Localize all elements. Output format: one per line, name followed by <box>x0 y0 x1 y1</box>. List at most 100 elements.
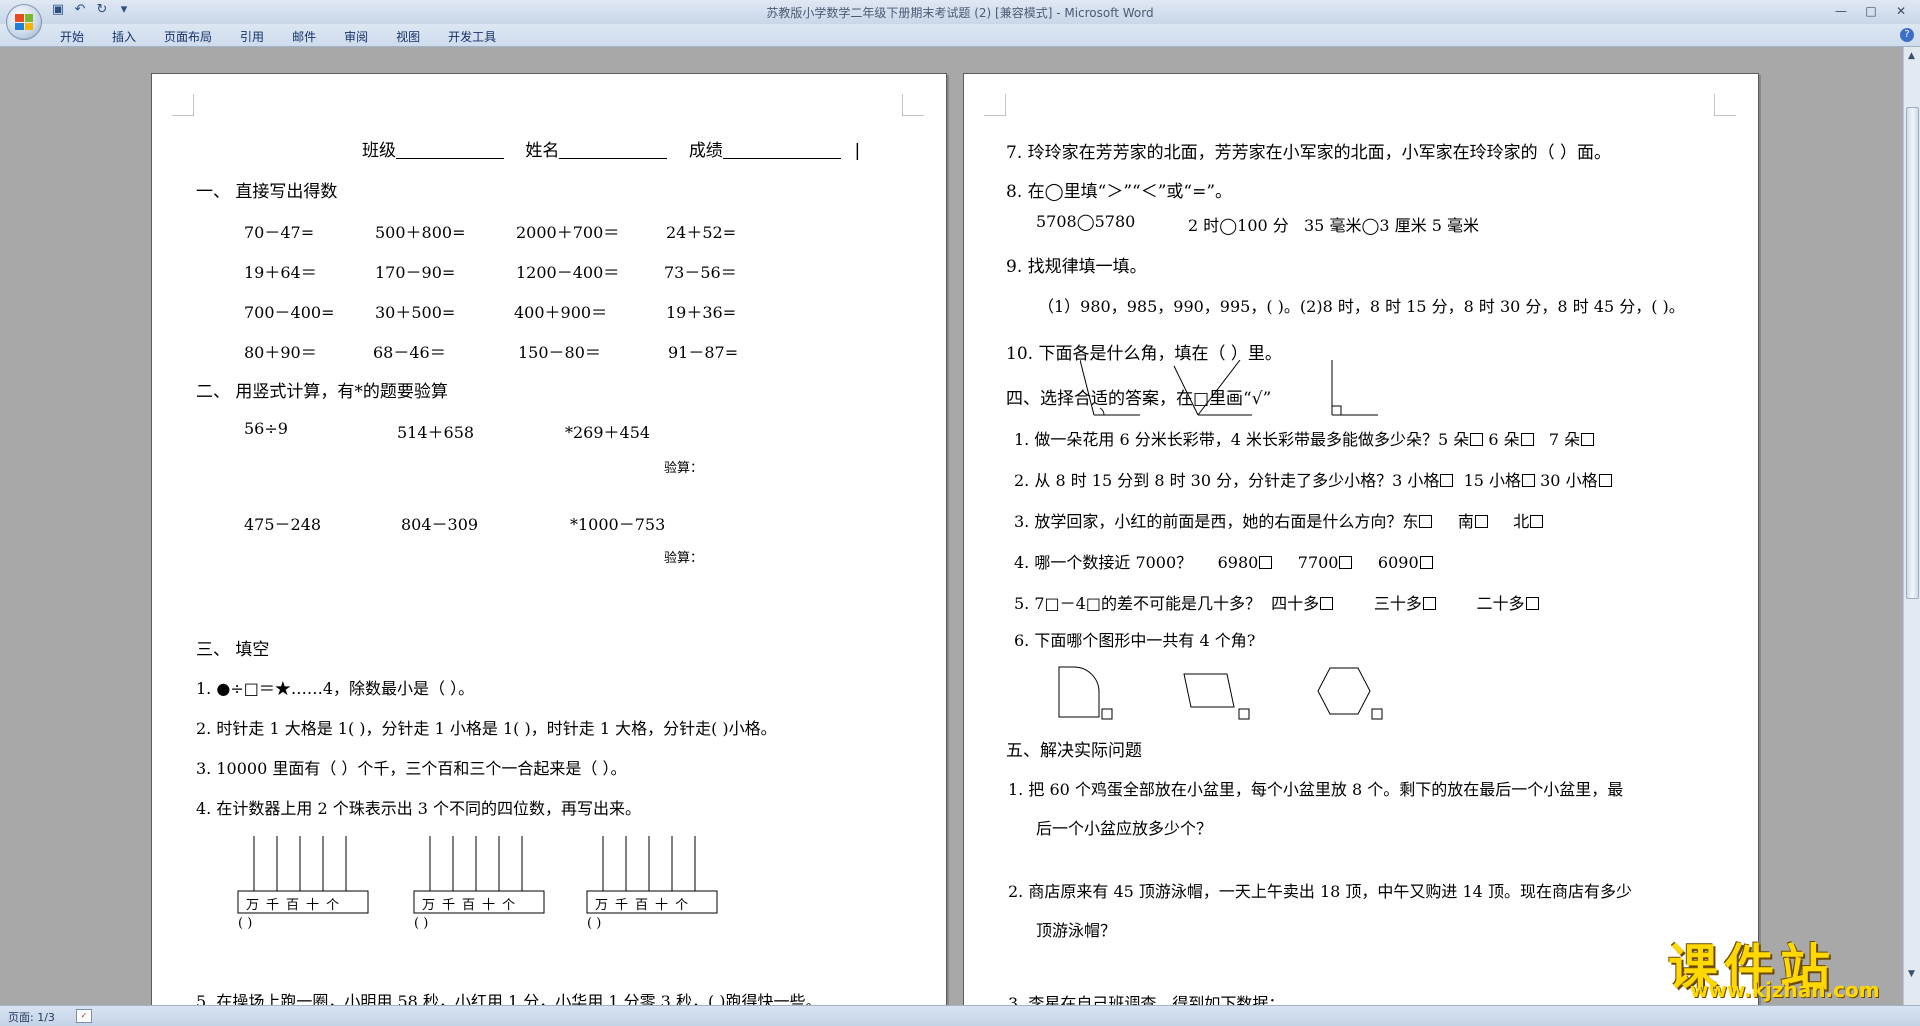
page-indicator[interactable]: 页面: 1/3 <box>8 1009 55 1025</box>
compare-item: 5708◯5780 <box>1036 212 1136 231</box>
question-9: 9. 找规律填一填。 <box>1006 257 1147 277</box>
tab-view[interactable]: 视图 <box>396 28 420 45</box>
problem-2-cont: 顶游泳帽？ <box>1036 921 1117 940</box>
checkbox[interactable] <box>1598 474 1612 487</box>
checkbox[interactable] <box>1470 433 1484 446</box>
compare-item: 35 毫米◯3 厘米 5 毫米 <box>1304 216 1479 235</box>
section-3-title: 三、 填空 <box>196 640 270 660</box>
answer-parens[interactable]: ( ) <box>238 916 252 931</box>
margin-corner-mark <box>984 94 1006 116</box>
calc-cell: 2000＋700＝ <box>516 223 620 242</box>
margin-corner-mark <box>1714 94 1736 116</box>
class-label: 班级 <box>362 141 396 161</box>
section-2-title: 二、 用竖式计算，有*的题要验算 <box>196 382 448 402</box>
tab-home[interactable]: 开始 <box>60 28 84 45</box>
check-label: 验算： <box>664 461 704 476</box>
vertical-calc: 56÷9 <box>244 419 288 438</box>
maximize-icon[interactable]: □ <box>1858 2 1884 20</box>
window-controls: — □ ✕ <box>1828 2 1914 20</box>
checkbox[interactable] <box>1339 556 1353 569</box>
tab-page-layout[interactable]: 页面布局 <box>164 28 212 45</box>
watermark-url: www.kjzhan.com <box>1690 978 1880 1002</box>
scroll-down-icon[interactable]: ▼ <box>1905 967 1918 981</box>
class-blank[interactable] <box>396 142 504 159</box>
checkbox[interactable] <box>1522 474 1536 487</box>
vertical-calc: 514＋658 <box>397 423 475 442</box>
checkbox[interactable] <box>1320 597 1334 610</box>
checkbox[interactable] <box>1530 515 1544 528</box>
office-button[interactable] <box>6 4 42 40</box>
help-icon[interactable]: ? <box>1900 28 1914 42</box>
calc-cell: 19＋64＝ <box>244 263 317 282</box>
question-7: 7. 玲玲家在芳芳家的北面，芳芳家在小军家的北面，小军家在玲玲家的（ ）面。 <box>1006 143 1612 163</box>
score-blank[interactable] <box>722 142 841 159</box>
spelling-check-icon[interactable]: ✓ <box>76 1009 92 1023</box>
checkbox[interactable] <box>1440 474 1454 487</box>
tab-developer[interactable]: 开发工具 <box>448 28 496 45</box>
answer-parens[interactable]: ( ) <box>414 916 428 931</box>
name-blank[interactable] <box>559 142 668 159</box>
score-label: 成绩 <box>688 141 723 161</box>
abacus-labels: 万千百十个 <box>422 898 523 913</box>
minimize-icon[interactable]: — <box>1828 2 1854 20</box>
checkbox[interactable] <box>1474 515 1488 528</box>
checkbox[interactable] <box>1419 556 1433 569</box>
abacus-labels: 万千百十个 <box>246 898 347 913</box>
vertical-scrollbar[interactable]: ▲ ▼ <box>1903 47 1920 1005</box>
calc-cell: 73－56＝ <box>664 263 737 282</box>
calc-cell: 170－90= <box>375 263 456 282</box>
abacus: 万千百十个 ( ) <box>228 836 372 936</box>
calc-cell: 700－400= <box>244 303 335 322</box>
margin-corner-mark <box>902 94 924 116</box>
calc-cell: 19＋36= <box>666 303 737 322</box>
checkbox[interactable] <box>1419 515 1433 528</box>
window-title: 苏教版小学数学二年级下册期末考试题 (2) [兼容模式] - Microsoft… <box>766 6 1154 20</box>
scroll-up-icon[interactable]: ▲ <box>1905 49 1918 63</box>
section-5-title: 五、解决实际问题 <box>1006 741 1142 761</box>
ribbon-tabs: 开始 插入 页面布局 引用 邮件 审阅 视图 开发工具 <box>0 24 1920 47</box>
vertical-calc: 804－309 <box>401 515 479 534</box>
section-4-title: 四、选择合适的答案，在□里画“√” <box>1006 389 1272 409</box>
calc-cell: 91－87= <box>668 343 739 362</box>
choice-question: 1. 做一朵花用 6 分米长彩带，4 米长彩带最多能做多少朵？5 朵 6 朵 7… <box>1014 426 1595 450</box>
calc-cell: 70－47= <box>244 223 315 242</box>
fill-item: 1. ●÷□＝★……4，除数最小是（ ）。 <box>196 679 475 698</box>
text-cursor: | <box>852 141 863 161</box>
answer-parens[interactable]: ( ) <box>587 916 601 931</box>
close-icon[interactable]: ✕ <box>1888 2 1914 20</box>
check-label: 验算： <box>664 551 704 566</box>
problem-1-cont: 后一个小盆应放多少个？ <box>1036 819 1213 838</box>
margin-corner-mark <box>172 94 194 116</box>
choice-question-6: 6. 下面哪个图形中一共有 4 个角? <box>1014 631 1256 650</box>
checkbox[interactable] <box>1520 433 1534 446</box>
tab-references[interactable]: 引用 <box>240 28 264 45</box>
tab-review[interactable]: 审阅 <box>344 28 368 45</box>
checkbox[interactable] <box>1581 433 1595 446</box>
calc-cell: 150－80＝ <box>518 343 601 362</box>
scrollbar-thumb[interactable] <box>1906 107 1919 599</box>
tab-mailings[interactable]: 邮件 <box>292 28 316 45</box>
name-label: 姓名 <box>525 141 560 161</box>
document-page-1: 班级 姓名 成绩 | 一、 直接写出得数 70－47= 500＋800= 200… <box>151 73 947 1015</box>
question-8: 8. 在◯里填“＞”“＜”或“=”。 <box>1006 182 1233 202</box>
watermark: 课件站 www.kjzhan.com <box>1668 928 1903 1004</box>
fill-item: 2. 时针走 1 大格是 1( )，分针走 1 小格是 1( )，时针走 1 大… <box>196 719 777 738</box>
vertical-calc: *1000－753 <box>570 515 666 534</box>
compare-item: 2 时◯100 分 <box>1188 216 1289 235</box>
calc-cell: 68－46＝ <box>373 343 446 362</box>
checkbox[interactable] <box>1422 597 1436 610</box>
problem-1: 1. 把 60 个鸡蛋全部放在小盆里，每个小盆里放 8 个。剩下的放在最后一个小… <box>1008 780 1624 799</box>
fill-item: 4. 在计数器上用 2 个珠表示出 3 个不同的四位数，再写出来。 <box>196 799 642 818</box>
vertical-calc: *269＋454 <box>565 423 651 442</box>
choice-question: 4. 哪一个数接近 7000？ 6980 7700 6090 <box>1014 549 1433 573</box>
header-line: 班级 姓名 成绩 | <box>362 136 862 161</box>
checkbox[interactable] <box>1259 556 1273 569</box>
checkbox[interactable] <box>1525 597 1539 610</box>
calc-cell: 400＋900＝ <box>514 303 608 322</box>
calc-cell: 500＋800= <box>375 223 466 242</box>
problem-2: 2. 商店原来有 45 顶游泳帽，一天上午卖出 18 顶，中午又购进 14 顶。… <box>1008 882 1632 901</box>
calc-cell: 24＋52= <box>666 223 737 242</box>
pattern-items: （1）980，985，990，995，( )。(2)8 时，8 时 15 分，8… <box>1038 297 1685 316</box>
status-bar: 页面: 1/3 ✓ <box>0 1005 1920 1026</box>
tab-insert[interactable]: 插入 <box>112 28 136 45</box>
